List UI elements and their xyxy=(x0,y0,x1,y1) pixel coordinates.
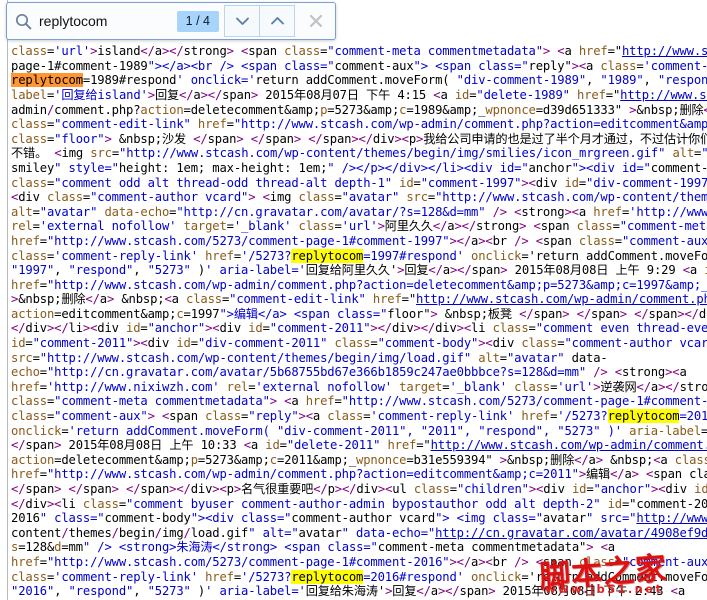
source-gutter xyxy=(0,0,8,600)
page-source-content[interactable]: class='url'>island</a></strong> <span cl… xyxy=(0,0,707,600)
chevron-down-icon xyxy=(235,17,249,25)
search-icon xyxy=(15,13,32,29)
find-in-page-bar[interactable]: 1 / 4 xyxy=(6,2,336,40)
close-icon xyxy=(309,14,323,28)
browser-source-view-page: class='url'>island</a></strong> <span cl… xyxy=(0,0,707,600)
find-input[interactable] xyxy=(39,13,177,29)
match-count-label: 1 / 4 xyxy=(176,10,219,32)
source-code-text: class='url'>island</a></strong> <span cl… xyxy=(11,44,707,599)
find-previous-button[interactable] xyxy=(224,5,259,37)
find-next-button[interactable] xyxy=(259,5,295,37)
find-input-wrapper[interactable] xyxy=(13,3,177,39)
chevron-up-icon xyxy=(270,17,284,25)
find-close-button[interactable] xyxy=(299,6,333,36)
